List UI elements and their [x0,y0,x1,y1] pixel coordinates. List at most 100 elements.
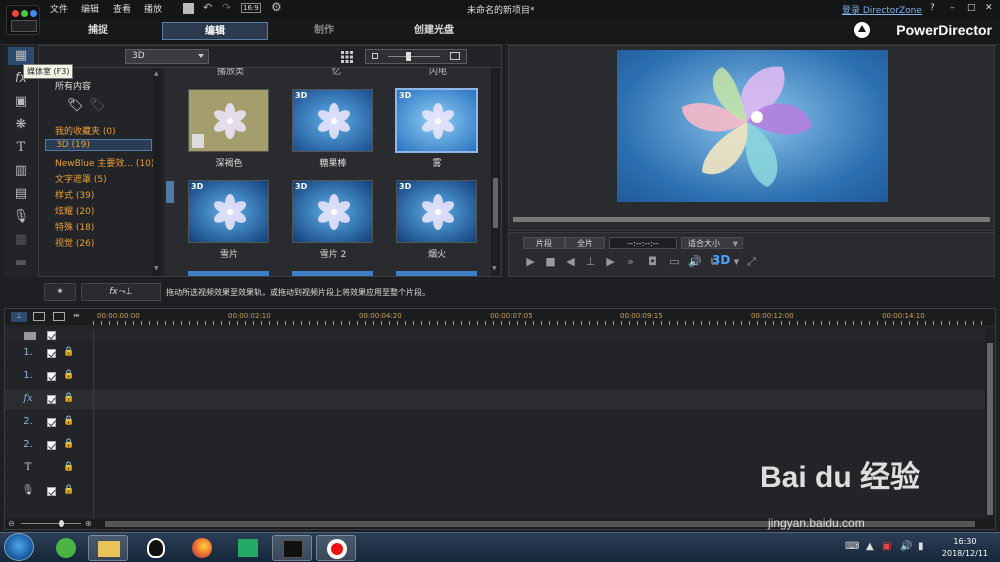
taskbar-explorer[interactable] [88,535,128,561]
snapshot-icon[interactable]: ◘ [646,256,659,268]
effect-thumb-partial[interactable] [188,271,269,276]
timeline-ruler[interactable]: ⊥ ⇹ 00:00:00:00 00:00:02:10 00:00:04:20 … [5,309,995,325]
lock-icon[interactable]: 🔒 [63,485,74,495]
menu-edit[interactable]: 编辑 [81,2,99,15]
all-content-label[interactable]: 所有内容 [55,79,91,92]
voice-over-icon[interactable]: 🎙 [8,208,34,226]
timecode-field[interactable]: --:--:--:-- [609,237,677,249]
storyboard-view-icon[interactable] [33,312,45,321]
lock-icon[interactable]: 🔒 [63,462,74,472]
pip-room-icon[interactable]: ▣ [8,93,34,111]
windows-start-button[interactable] [4,533,34,561]
track-row-effect[interactable]: fx 🔒 [5,389,995,411]
tray-expand-icon[interactable]: ▲ [866,541,874,552]
category-item-3d[interactable]: 3D (19) [45,139,152,151]
effect-thumb-sepia[interactable] [188,89,269,152]
effect-thumb-partial[interactable] [292,271,373,276]
category-item-newblue[interactable]: NewBlue 主要效... (10) [55,156,154,169]
category-item-text-mask[interactable]: 文字遮罩 (5) [55,172,107,185]
lock-icon[interactable]: 🔒 [63,370,74,380]
track-row-audio-1[interactable]: 1. 🔒 [5,366,995,388]
scroll-thumb[interactable] [987,343,993,515]
effect-thumb-snowflake-2[interactable]: 3D [292,180,373,243]
next-frame-icon[interactable]: ▶ [604,256,617,268]
fit-timeline-icon[interactable]: ⇹ [73,311,80,320]
all-tracks-checkbox[interactable] [47,331,56,340]
movie-mode-button[interactable]: 全片 [565,237,605,249]
external-display-icon[interactable]: ▭ [668,256,681,268]
scroll-thumb[interactable] [493,178,498,228]
undo-icon[interactable]: ↶ [203,1,212,14]
play-icon[interactable]: ▶ [524,256,537,268]
zoom-handle[interactable] [59,520,64,527]
thumbnail-zoom-slider[interactable] [365,49,467,64]
redo-icon[interactable]: ↷ [222,1,231,14]
remove-tag-icon[interactable]: 🏷 [89,98,106,114]
tab-edit[interactable]: 编辑 [162,22,268,40]
volume-icon[interactable]: 🔊 [688,256,702,268]
zoom-handle[interactable] [406,52,411,61]
thumbnail-scrollbar[interactable]: ▼ [491,68,500,276]
system-clock[interactable]: 16:30 2018/12/11 [942,536,988,560]
media-room-icon[interactable]: ▦ [8,47,34,65]
track-checkbox[interactable] [47,395,56,404]
tab-create-disc[interactable]: 创建光盘 [381,22,487,40]
menu-file[interactable]: 文件 [50,2,68,15]
effect-thumb-candy[interactable]: 3D [292,89,373,152]
settings-icon[interactable]: ⚙ [271,0,282,14]
taskbar-recorder[interactable] [316,535,356,561]
clip-mode-button[interactable]: 片段 [523,237,565,249]
transition-room-icon[interactable]: ▥ [8,162,34,180]
category-item-favorites[interactable]: 我的收藏夹 (0) [55,124,116,137]
effect-thumb-snowflake[interactable]: 3D [188,180,269,243]
timeline-vertical-scrollbar[interactable] [985,329,995,521]
lock-icon[interactable]: 🔒 [63,416,74,426]
upload-icon[interactable] [854,22,870,38]
save-icon[interactable] [183,3,194,14]
fit-size-dropdown[interactable]: 适合大小 ▼ [681,237,743,249]
menu-play[interactable]: 播放 [144,2,162,15]
track-checkbox[interactable] [47,441,56,450]
add-tag-icon[interactable]: 🏷 [67,98,84,114]
track-row-video-1[interactable]: 1. 🔒 [5,343,995,365]
fullscreen-icon[interactable]: ⤢ [745,256,758,268]
zoom-slider[interactable] [21,523,81,524]
stereo-3d-button[interactable]: 3D [712,253,730,267]
login-link[interactable]: 登录 DirectorZone [842,3,922,16]
category-dropdown[interactable]: 3D [125,49,209,64]
category-item-style[interactable]: 样式 (39) [55,188,94,201]
title-room-icon[interactable]: T [8,139,34,157]
effect-thumb-fireworks[interactable]: 3D [396,180,477,243]
subtitle-room-icon[interactable]: ▬ [8,254,34,272]
help-button[interactable]: ? [930,3,935,13]
previous-frame-icon[interactable]: ◀ [564,256,577,268]
taskbar-media-app[interactable] [228,535,268,561]
category-item-dazzle[interactable]: 炫耀 (20) [55,204,94,217]
timeline-view-icon[interactable]: ⊥ [11,312,27,322]
category-scrollbar[interactable]: ▲ ▼ [153,68,161,276]
track-checkbox[interactable] [47,487,56,496]
minimize-button[interactable]: – [950,3,955,13]
track-checkbox[interactable] [47,349,56,358]
taskbar-firefox[interactable] [182,535,222,561]
lock-icon[interactable]: 🔒 [63,347,74,357]
tab-capture[interactable]: 捕捉 [45,22,151,40]
maximize-button[interactable]: □ [967,3,976,13]
track-checkbox[interactable] [47,372,56,381]
category-item-visual[interactable]: 视觉 (26) [55,236,94,249]
taskbar-qq[interactable] [136,535,176,561]
preview-seek-bar[interactable] [513,217,990,222]
zoom-out-icon[interactable]: ⊖ [8,519,15,528]
lock-icon[interactable]: 🔒 [63,439,74,449]
stop-icon[interactable]: ■ [544,256,557,268]
grid-view-icon[interactable] [341,51,353,63]
audio-mixing-icon[interactable]: ▤ [8,185,34,203]
taskbar-powerdirector[interactable] [272,535,312,561]
zoom-in-icon[interactable]: ⊕ [85,519,92,528]
fast-forward-icon[interactable]: » [624,256,637,268]
keyboard-icon[interactable]: ⌨ [845,541,859,552]
effect-thumb-fog[interactable]: 3D [395,88,478,153]
track-row-video-2[interactable]: 2. 🔒 [5,412,995,434]
particle-room-icon[interactable]: ❋ [8,116,34,134]
apply-effect-to-track-button[interactable]: fx⤳⊥ [81,283,161,301]
